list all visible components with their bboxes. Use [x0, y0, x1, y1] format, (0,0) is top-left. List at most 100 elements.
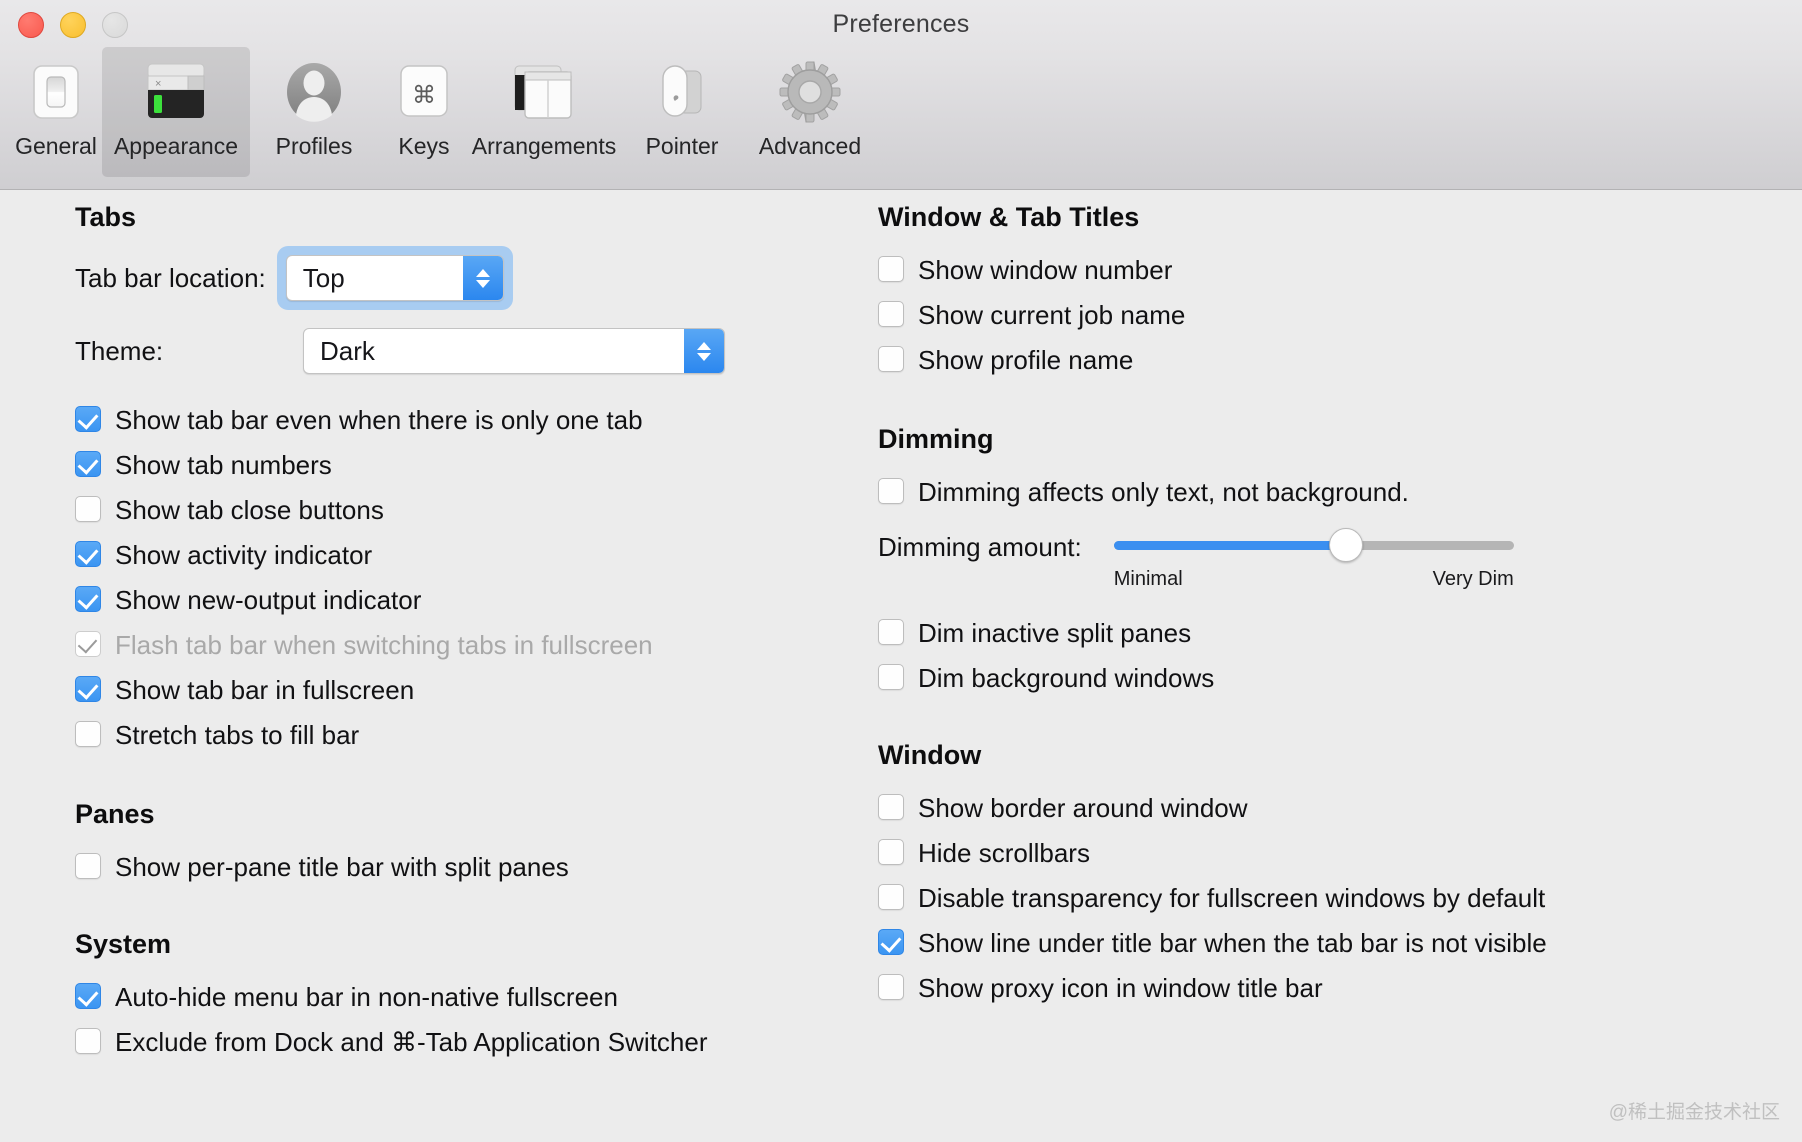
checkbox-row[interactable]: Show profile name — [878, 340, 1758, 380]
checkbox-label: Auto-hide menu bar in non-native fullscr… — [115, 982, 618, 1012]
toolbar-item-label: Advanced — [758, 133, 862, 159]
checkbox-row[interactable]: Disable transparency for fullscreen wind… — [878, 878, 1758, 918]
checkbox-row[interactable]: Exclude from Dock and ⌘-Tab Application … — [75, 1022, 855, 1062]
checkbox-row[interactable]: Show activity indicator — [75, 535, 855, 575]
preferences-window: Preferences General × Appearance Profile… — [0, 0, 1802, 1142]
checkbox-indicator[interactable] — [878, 478, 904, 504]
checkbox-label: Dimming affects only text, not backgroun… — [918, 477, 1409, 507]
checkbox-label: Stretch tabs to fill bar — [115, 720, 360, 750]
checkbox-indicator[interactable] — [75, 586, 101, 612]
checkbox-label: Show proxy icon in window title bar — [918, 973, 1323, 1003]
checkbox-label: Show activity indicator — [115, 540, 373, 570]
checkbox-indicator[interactable] — [878, 664, 904, 690]
checkbox-label: Dim inactive split panes — [918, 618, 1192, 648]
checkbox-indicator — [75, 631, 101, 657]
checkbox-indicator[interactable] — [878, 839, 904, 865]
slider-min-label: Minimal — [1113, 568, 1183, 590]
checkbox-label: Dim background windows — [918, 663, 1215, 693]
checkbox-row[interactable]: Show tab numbers — [75, 445, 855, 485]
toolbar: Preferences General × Appearance Profile… — [0, 0, 1802, 190]
checkbox-indicator[interactable] — [75, 676, 101, 702]
checkbox-indicator[interactable] — [878, 794, 904, 820]
checkbox-indicator[interactable] — [75, 541, 101, 567]
checkbox-indicator[interactable] — [75, 1028, 101, 1054]
slider-tick-labels: Minimal Very Dim — [1114, 568, 1514, 591]
checkbox-row[interactable]: Show tab close buttons — [75, 490, 855, 530]
checkbox-label: Disable transparency for fullscreen wind… — [918, 883, 1546, 913]
checkbox-indicator[interactable] — [878, 301, 904, 327]
checkbox-indicator[interactable] — [878, 256, 904, 282]
theme-select[interactable]: Dark — [303, 328, 725, 374]
tabs-checkbox-group: Show tab bar even when there is only one… — [75, 400, 855, 755]
checkbox-row[interactable]: Dimming affects only text, not backgroun… — [878, 472, 1758, 512]
checkbox-row[interactable]: Show window number — [878, 250, 1758, 290]
dimming-checkbox-group: Dim inactive split panes Dim background … — [878, 613, 1758, 698]
dimming-amount-slider[interactable] — [1113, 528, 1514, 562]
theme-label: Theme: — [75, 335, 164, 366]
terminal-window-icon: × — [139, 55, 213, 129]
watermark: @稀土掘金技术社区 — [1608, 1102, 1780, 1123]
right-column: Window & Tab Titles Show window number S… — [878, 191, 1758, 1013]
checkbox-row[interactable]: Show new-output indicator — [75, 580, 855, 620]
checkbox-indicator[interactable] — [878, 619, 904, 645]
checkbox-row[interactable]: Auto-hide menu bar in non-native fullscr… — [75, 977, 855, 1017]
mouse-icon — [645, 55, 719, 129]
checkbox-row[interactable]: Show tab bar even when there is only one… — [75, 400, 855, 440]
checkbox-indicator[interactable] — [878, 974, 904, 1000]
checkbox-label: Flash tab bar when switching tabs in ful… — [115, 630, 653, 660]
checkbox-label: Show per-pane title bar with split panes — [115, 852, 569, 882]
preferences-content: Tabs Tab bar location: Top Theme: Dark S… — [0, 191, 1802, 1142]
toolbar-item-label: General — [15, 133, 97, 159]
checkbox-row[interactable]: Hide scrollbars — [878, 833, 1758, 873]
slider-fill — [1113, 540, 1346, 550]
slider-knob[interactable] — [1328, 528, 1363, 562]
checkbox-indicator[interactable] — [75, 451, 101, 477]
stacked-windows-icon — [507, 55, 581, 129]
toolbar-item-label: Profiles — [275, 133, 353, 159]
checkbox-label: Show tab close buttons — [115, 495, 384, 525]
toolbar-item-appearance[interactable]: × Appearance — [102, 47, 250, 177]
checkbox-indicator[interactable] — [75, 496, 101, 522]
toolbar-item-label: Appearance — [113, 133, 239, 159]
tab-bar-location-select[interactable]: Top — [285, 255, 504, 301]
checkbox-label: Show border around window — [918, 793, 1248, 823]
checkbox-row[interactable]: Dim background windows — [878, 658, 1758, 698]
toolbar-item-pointer[interactable]: Pointer — [618, 47, 746, 177]
gear-icon — [773, 55, 847, 129]
checkbox-indicator[interactable] — [878, 884, 904, 910]
checkbox-row[interactable]: Show line under title bar when the tab b… — [878, 923, 1758, 963]
toolbar-item-arrangements[interactable]: Arrangements — [470, 47, 618, 177]
left-column: Tabs Tab bar location: Top Theme: Dark S… — [75, 191, 855, 1067]
checkbox-label: Show tab bar in fullscreen — [115, 675, 415, 705]
checkbox-row[interactable]: Stretch tabs to fill bar — [75, 715, 855, 755]
toolbar-item-keys[interactable]: ⌘ Keys — [378, 47, 470, 177]
theme-value: Dark — [320, 335, 375, 366]
checkbox-row[interactable]: Show border around window — [878, 788, 1758, 828]
checkbox-row[interactable]: Show current job name — [878, 295, 1758, 335]
checkbox-row[interactable]: Dim inactive split panes — [878, 613, 1758, 653]
chevron-updown-icon[interactable] — [462, 256, 503, 300]
checkbox-label: Show window number — [918, 255, 1173, 285]
section-title-panes: Panes — [75, 799, 155, 829]
tab-bar-location-popup-wrap: Top — [276, 246, 513, 310]
system-checkbox-group: Auto-hide menu bar in non-native fullscr… — [75, 977, 855, 1062]
checkbox-indicator[interactable] — [75, 983, 101, 1009]
checkbox-indicator[interactable] — [878, 346, 904, 372]
checkbox-indicator[interactable] — [75, 721, 101, 747]
checkbox-row[interactable]: Show proxy icon in window title bar — [878, 968, 1758, 1008]
toolbar-item-profiles[interactable]: Profiles — [250, 47, 378, 177]
checkbox-row[interactable]: Show per-pane title bar with split panes — [75, 847, 855, 887]
checkbox-label: Show new-output indicator — [115, 585, 422, 615]
checkbox-indicator[interactable] — [75, 406, 101, 432]
theme-row: Theme: Dark — [75, 328, 855, 374]
tab-bar-location-value: Top — [302, 262, 345, 293]
checkbox-label: Show tab numbers — [115, 450, 332, 480]
toolbar-item-general[interactable]: General — [10, 47, 102, 177]
checkbox-indicator[interactable] — [75, 853, 101, 879]
checkbox-indicator[interactable] — [878, 929, 904, 955]
panes-checkbox-group: Show per-pane title bar with split panes — [75, 847, 855, 887]
chevron-updown-icon[interactable] — [684, 329, 724, 373]
toolbar-item-advanced[interactable]: Advanced — [746, 47, 874, 177]
checkbox-label: Show profile name — [918, 345, 1134, 375]
checkbox-row[interactable]: Show tab bar in fullscreen — [75, 670, 855, 710]
